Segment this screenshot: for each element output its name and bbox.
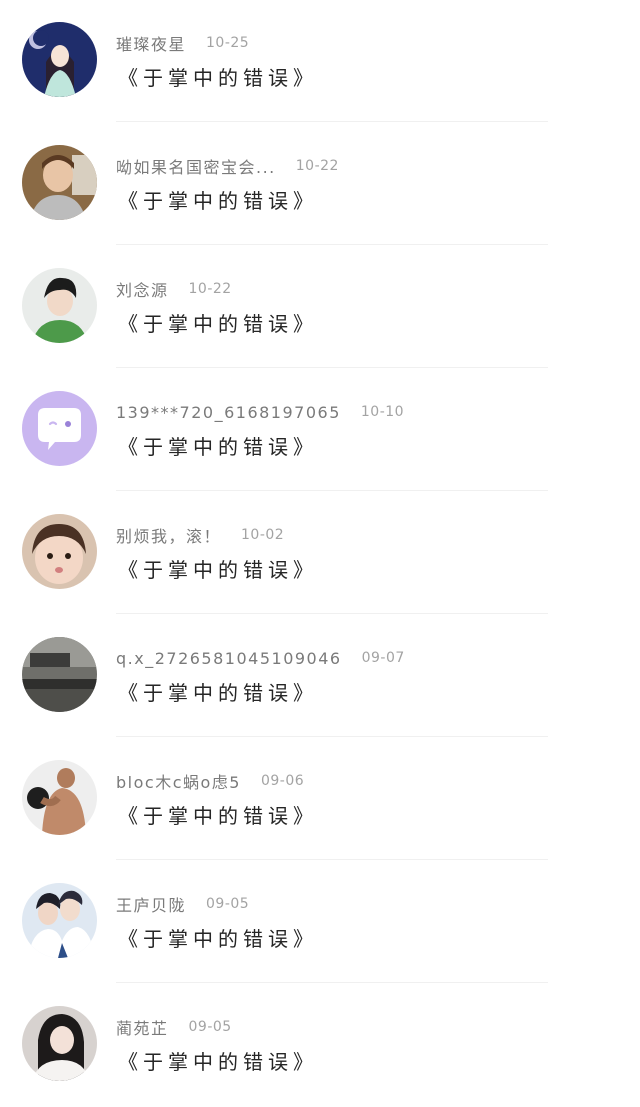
username[interactable]: q.x_2726581045109046: [116, 649, 342, 668]
comment-meta: 刘念源 10-22: [116, 276, 232, 302]
username[interactable]: 139***720_6168197065: [116, 403, 341, 422]
avatar[interactable]: [22, 760, 97, 835]
comment-title[interactable]: 《于掌中的错误》: [118, 800, 318, 829]
boy-photo-avatar-icon: [22, 145, 97, 220]
comment-list: 璀璨夜星 10-25 《于掌中的错误》 呦如果名国密宝会... 10-22 《于…: [0, 0, 640, 1095]
timestamp: 10-22: [295, 158, 339, 174]
comment-title[interactable]: 《于掌中的错误》: [118, 677, 318, 706]
comment-title[interactable]: 《于掌中的错误》: [118, 185, 318, 214]
couple-avatar-icon: [22, 883, 97, 958]
username[interactable]: 呦如果名国密宝会...: [116, 154, 276, 178]
comment-meta: bloc木c蜗o虑5 09-06: [116, 768, 304, 794]
timestamp: 09-07: [361, 650, 405, 666]
comment-meta: 别烦我，滚！ 10-02: [116, 522, 284, 548]
timestamp: 10-02: [241, 527, 285, 543]
divider: [116, 244, 548, 245]
fitness-avatar-icon: [22, 760, 97, 835]
divider: [116, 736, 548, 737]
username[interactable]: 刘念源: [116, 277, 169, 301]
avatar[interactable]: [22, 145, 97, 220]
comment-title[interactable]: 《于掌中的错误》: [118, 431, 318, 460]
girl-photo-avatar-icon: [22, 1006, 97, 1081]
comment-meta: 璀璨夜星 10-25: [116, 30, 249, 56]
comment-title[interactable]: 《于掌中的错误》: [118, 62, 318, 91]
timestamp: 09-06: [260, 773, 305, 789]
avatar[interactable]: [22, 514, 97, 589]
username[interactable]: 别烦我，滚！: [116, 523, 221, 547]
timestamp: 09-05: [206, 896, 250, 912]
room-photo-avatar-icon: [22, 637, 97, 712]
list-item[interactable]: 呦如果名国密宝会... 10-22 《于掌中的错误》: [0, 123, 640, 246]
comment-meta: 139***720_6168197065 10-10: [116, 399, 404, 425]
comment-title[interactable]: 《于掌中的错误》: [118, 923, 318, 952]
username[interactable]: 王庐贝陇: [116, 892, 186, 916]
avatar[interactable]: [22, 268, 97, 343]
comment-meta: 王庐贝陇 09-05: [116, 891, 249, 917]
divider: [116, 367, 548, 368]
divider: [116, 121, 548, 122]
username[interactable]: 璀璨夜星: [116, 31, 186, 55]
list-item[interactable]: 别烦我，滚！ 10-02 《于掌中的错误》: [0, 492, 640, 615]
comment-title[interactable]: 《于掌中的错误》: [118, 554, 318, 583]
timestamp: 09-05: [188, 1019, 232, 1035]
divider: [116, 613, 548, 614]
chat-bubble-icon: [22, 391, 97, 466]
comment-title[interactable]: 《于掌中的错误》: [118, 1046, 318, 1075]
avatar[interactable]: [22, 391, 97, 466]
timestamp: 10-22: [188, 281, 232, 297]
comment-meta: q.x_2726581045109046 09-07: [116, 645, 405, 671]
avatar[interactable]: [22, 883, 97, 958]
divider: [116, 859, 548, 860]
anime-girl-avatar-icon: [22, 22, 97, 97]
timestamp: 10-25: [206, 35, 250, 51]
comment-meta: 蔺苑芷 09-05: [116, 1014, 232, 1040]
comment-meta: 呦如果名国密宝会... 10-22: [116, 153, 339, 179]
list-item[interactable]: 刘念源 10-22 《于掌中的错误》: [0, 246, 640, 369]
username[interactable]: bloc木c蜗o虑5: [116, 769, 241, 793]
list-item[interactable]: 蔺苑芷 09-05 《于掌中的错误》: [0, 984, 640, 1107]
kid-avatar-icon: [22, 514, 97, 589]
divider: [116, 982, 548, 983]
list-item[interactable]: q.x_2726581045109046 09-07 《于掌中的错误》: [0, 615, 640, 738]
list-item[interactable]: 璀璨夜星 10-25 《于掌中的错误》: [0, 0, 640, 123]
avatar[interactable]: [22, 1006, 97, 1081]
divider: [116, 490, 548, 491]
avatar[interactable]: [22, 637, 97, 712]
list-item[interactable]: 王庐贝陇 09-05 《于掌中的错误》: [0, 861, 640, 984]
young-man-avatar-icon: [22, 268, 97, 343]
comment-title[interactable]: 《于掌中的错误》: [118, 308, 318, 337]
username[interactable]: 蔺苑芷: [116, 1015, 169, 1039]
timestamp: 10-10: [360, 404, 405, 420]
list-item[interactable]: bloc木c蜗o虑5 09-06 《于掌中的错误》: [0, 738, 640, 861]
avatar[interactable]: [22, 22, 97, 97]
list-item[interactable]: 139***720_6168197065 10-10 《于掌中的错误》: [0, 369, 640, 492]
